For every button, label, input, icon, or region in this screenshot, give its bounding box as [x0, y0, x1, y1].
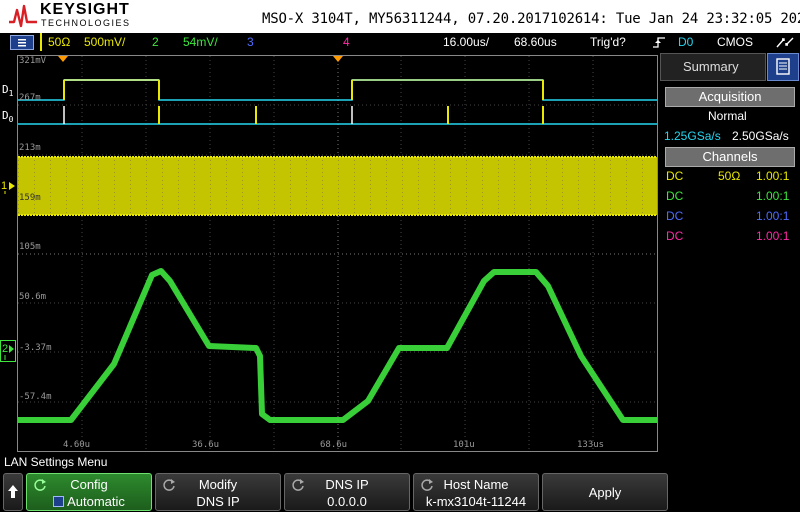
dns-ip-softkey[interactable]: DNS IP 0.0.0.0 — [284, 473, 410, 511]
ch2-scale[interactable]: 54mV/ — [183, 35, 218, 49]
x-label-1: 36.6u — [192, 440, 220, 450]
config-value-row: Automatic — [27, 494, 151, 509]
waveform-canvas — [18, 56, 657, 451]
modify-label: Modify — [198, 477, 238, 492]
header-bar: KEYSIGHT TECHNOLOGIES MSO-X 3104T, MY563… — [0, 0, 800, 33]
svg-text:1: 1 — [1, 180, 7, 192]
acquisition-title[interactable]: Acquisition — [665, 87, 795, 107]
ch2-probe: 1.00:1 — [756, 189, 790, 203]
ch1-ground-marker[interactable]: 1 — [0, 178, 16, 194]
modify-value: DNS IP — [196, 494, 240, 509]
timebase-scale[interactable]: 16.00us/ — [443, 35, 489, 49]
apply-label: Apply — [588, 485, 622, 500]
y-label-2: 213m — [19, 143, 41, 153]
ch1-noise-band-texture — [18, 157, 657, 215]
config-label: Config — [70, 477, 108, 492]
trigger-edge-icon[interactable] — [652, 36, 666, 49]
sample-rate-2: 2.50GSa/s — [732, 129, 789, 143]
ch2-ground-marker[interactable]: 2 — [0, 340, 16, 362]
brand-name: KEYSIGHT — [40, 1, 130, 18]
ch1-impedance-summary: 50Ω — [718, 169, 741, 183]
summary-list-icon[interactable] — [767, 53, 799, 81]
logic-threshold[interactable]: CMOS — [717, 35, 753, 49]
ch2-number[interactable]: 2 — [152, 35, 159, 49]
config-softkey[interactable]: Config Automatic — [26, 473, 152, 511]
menu-icon[interactable] — [10, 35, 34, 50]
config-value: Automatic — [67, 494, 125, 509]
ch1-coupling: DC — [666, 169, 684, 183]
back-button[interactable] — [3, 473, 23, 511]
dns-ip-label: DNS IP — [325, 477, 369, 492]
ch1-scale[interactable]: 500mV/ — [84, 35, 125, 49]
config-checkbox-icon[interactable] — [53, 496, 65, 507]
y-label-5: 50.6m — [19, 292, 47, 302]
time-delay[interactable]: 68.60us — [514, 35, 557, 49]
status-bar: 50Ω 500mV/ 2 54mV/ 3 4 16.00us/ 68.60us … — [0, 33, 800, 51]
tab-summary[interactable]: Summary — [660, 53, 766, 81]
menu-title: LAN Settings Menu — [4, 455, 108, 469]
apply-softkey[interactable]: Apply — [542, 473, 668, 511]
x-label-0: 4.60u — [63, 440, 91, 450]
y-label-0: 321mV — [19, 56, 47, 66]
ch4-coupling: DC — [666, 229, 684, 243]
digital-label-d1: D1 — [2, 83, 14, 99]
ch2-trace — [18, 268, 657, 423]
ch1-probe: 1.00:1 — [756, 169, 790, 183]
host-name-value: k-mx3104t-11244 — [425, 494, 527, 509]
ch1-indicator[interactable] — [40, 33, 42, 51]
svg-text:2: 2 — [2, 343, 8, 355]
acquisition-mode: Normal — [708, 109, 747, 123]
trigger-status: Trig'd? — [590, 35, 626, 49]
y-label-4: 105m — [19, 242, 41, 252]
device-info: MSO-X 3104T, MY56311244, 07.20.201710261… — [262, 11, 800, 27]
ch1-impedance[interactable]: 50Ω — [48, 35, 70, 49]
sample-rate-1: 1.25GSa/s — [664, 129, 721, 143]
x-label-3: 101u — [453, 440, 475, 450]
channels-title[interactable]: Channels — [665, 147, 795, 167]
digital-label-d0: D0 — [2, 109, 14, 125]
ch3-probe: 1.00:1 — [756, 209, 790, 223]
trigger-source[interactable]: D0 — [678, 35, 693, 49]
graticule-grid — [18, 56, 657, 451]
ch4-probe: 1.00:1 — [756, 229, 790, 243]
keysight-logo-icon — [9, 4, 37, 28]
delay-reference-marker — [58, 56, 68, 62]
x-label-4: 133us — [577, 440, 605, 450]
softkey-bar: LAN Settings Menu Config Automatic Modif… — [0, 452, 800, 512]
y-label-3: 159m — [19, 193, 41, 203]
y-label-7: -57.4m — [19, 392, 52, 402]
trigger-position-marker — [333, 56, 343, 62]
dns-ip-value: 0.0.0.0 — [327, 494, 367, 509]
waveform-display[interactable]: 321mV 267m 213m 159m 105m 50.6m -3.37m -… — [17, 55, 658, 452]
y-label-6: -3.37m — [19, 343, 52, 353]
summary-panel: Summary Acquisition Normal 1.25GSa/s 2.5… — [660, 51, 800, 452]
x-label-2: 68.6u — [320, 440, 348, 450]
host-name-softkey[interactable]: Host Name k-mx3104t-11244 — [413, 473, 539, 511]
ch3-number[interactable]: 3 — [247, 35, 254, 49]
y-label-1: 267m — [19, 93, 41, 103]
ch2-coupling: DC — [666, 189, 684, 203]
host-name-label: Host Name — [443, 477, 509, 492]
ch4-number[interactable]: 4 — [343, 35, 350, 49]
brand-subtitle: TECHNOLOGIES — [41, 18, 131, 28]
touch-lock-icon[interactable] — [774, 35, 796, 50]
modify-softkey[interactable]: Modify DNS IP — [155, 473, 281, 511]
ch3-coupling: DC — [666, 209, 684, 223]
